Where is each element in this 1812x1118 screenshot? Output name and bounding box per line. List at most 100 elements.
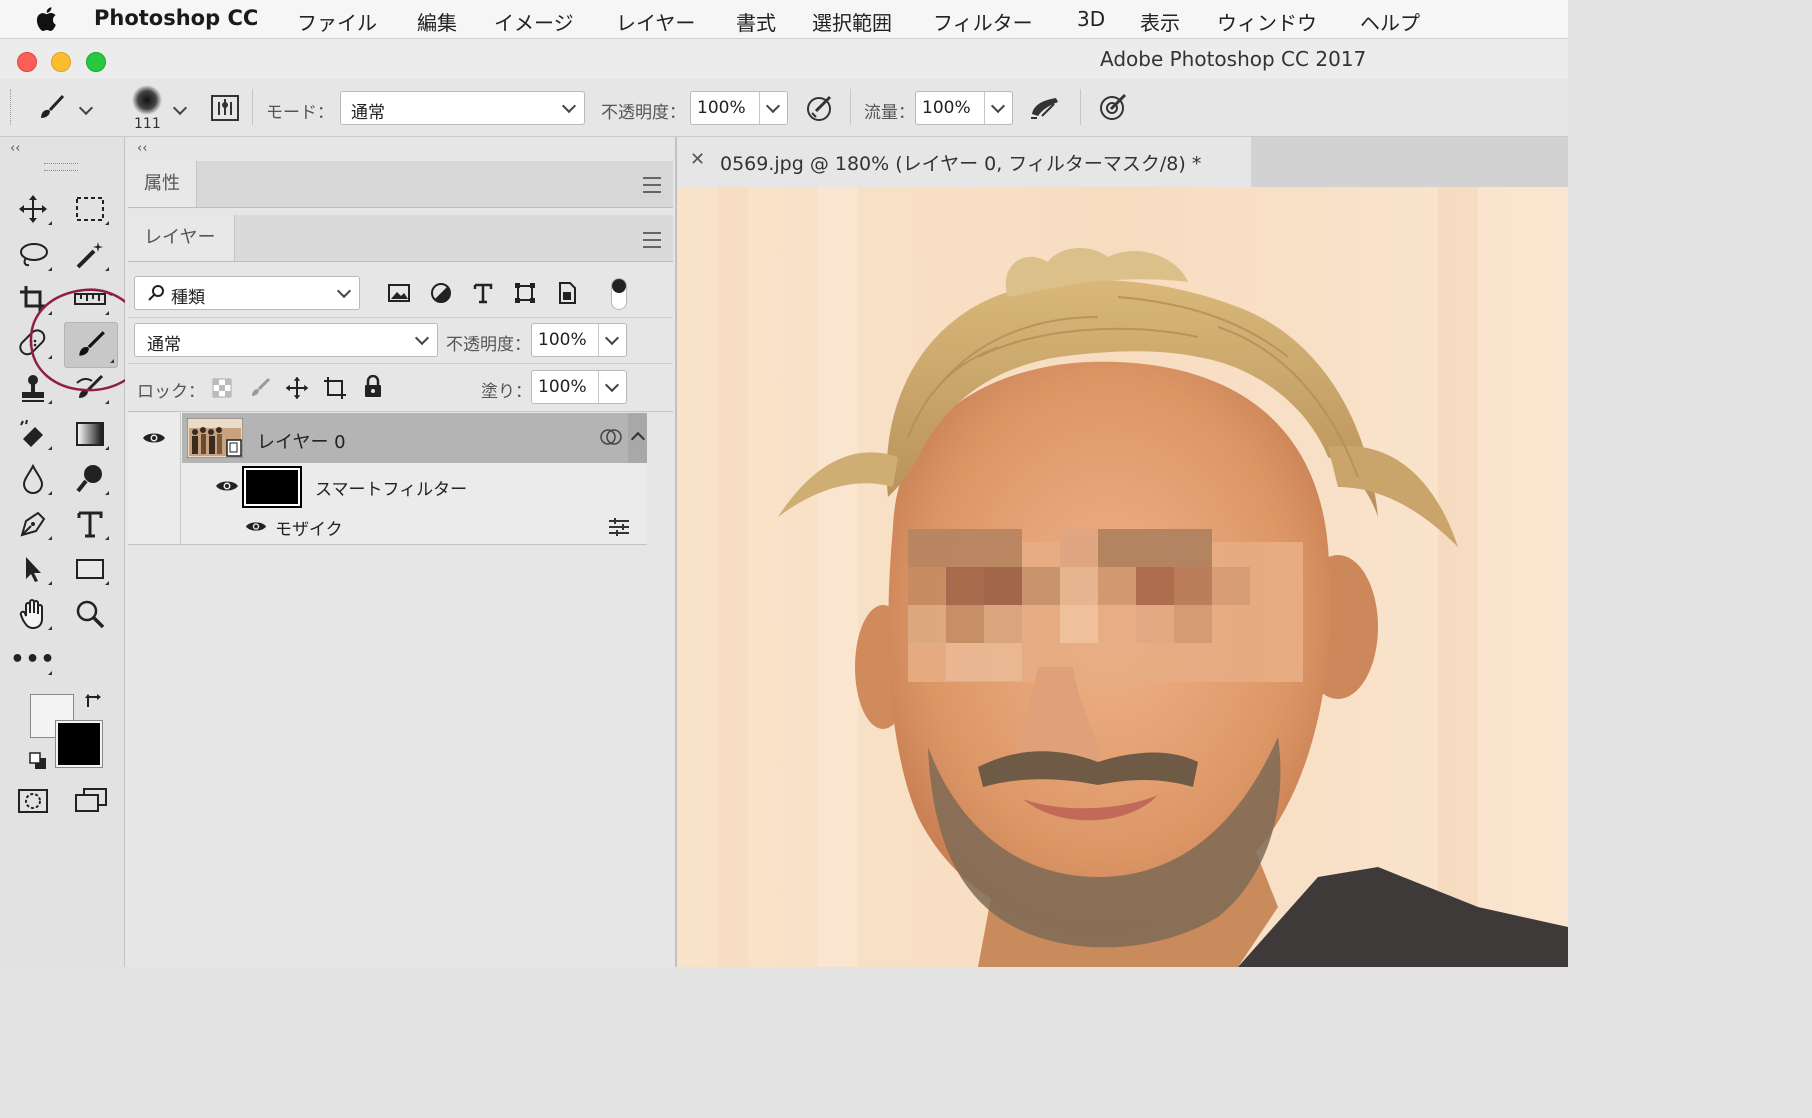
blend-mode-select[interactable]: 通常 (134, 323, 438, 357)
minimize-window-button[interactable] (51, 52, 71, 72)
menu-edit[interactable]: 編集 (417, 7, 457, 36)
chevron-down-icon[interactable] (990, 98, 1006, 114)
layer-opacity-field[interactable]: 100% (531, 323, 627, 357)
filter-type-layers-icon[interactable] (473, 282, 493, 304)
opacity-value: 100% (697, 98, 746, 118)
menu-window[interactable]: ウィンドウ (1217, 7, 1317, 36)
layer-filter-select[interactable]: 種類 (134, 276, 360, 310)
mode-select[interactable]: 通常 (340, 91, 585, 125)
layer-thumbnail[interactable] (187, 418, 243, 458)
gradient-tool[interactable] (68, 414, 112, 454)
menu-3d[interactable]: 3D (1077, 7, 1105, 31)
document-tab-bar (1251, 137, 1568, 187)
screen-mode-icon[interactable] (74, 787, 110, 815)
filter-smart-objects-icon[interactable] (556, 281, 578, 305)
fill-field[interactable]: 100% (531, 370, 627, 404)
tool-preset-chevron-icon[interactable] (78, 100, 94, 116)
menu-help[interactable]: ヘルプ (1360, 7, 1420, 36)
lasso-tool[interactable] (11, 235, 55, 275)
zoom-icon (76, 600, 105, 629)
toolbar-grip[interactable] (44, 163, 78, 171)
panel-dock: ‹‹ 属性 レイヤー 種類 通常 不透明度： 100% ロック： 塗り： 100… (125, 137, 677, 967)
lock-transparent-icon[interactable] (212, 378, 232, 398)
move-tool[interactable] (11, 189, 55, 229)
default-colors-icon[interactable] (28, 751, 48, 771)
panel-menu-icon[interactable] (643, 232, 661, 248)
toggle-brush-panel-icon[interactable] (210, 93, 240, 123)
eraser-tool[interactable] (11, 414, 55, 454)
eye-icon[interactable] (245, 519, 267, 534)
flow-value: 100% (922, 98, 971, 118)
marquee-tool[interactable] (68, 189, 112, 229)
close-window-button[interactable] (17, 52, 37, 72)
panel-menu-icon[interactable] (643, 177, 661, 193)
window-title: Adobe Photoshop CC 2017 (1100, 47, 1367, 71)
filter-toggle-switch[interactable] (611, 278, 627, 310)
airbrush-icon[interactable] (1028, 92, 1064, 122)
tab-layers[interactable]: レイヤー (128, 215, 235, 261)
pressure-opacity-icon[interactable] (804, 93, 836, 123)
menu-select[interactable]: 選択範囲 (812, 7, 892, 36)
opacity-label: 不透明度： (601, 103, 686, 123)
foreground-color-swatch[interactable] (55, 720, 103, 768)
brush-size-label: 111 (134, 116, 161, 132)
menu-file[interactable]: ファイル (297, 7, 377, 36)
filter-effect-row[interactable]: モザイク (182, 509, 647, 545)
dodge-icon (76, 465, 102, 493)
menu-view[interactable]: 表示 (1140, 7, 1180, 36)
pen-tool[interactable] (11, 504, 55, 544)
filter-adjustment-layers-icon[interactable] (430, 282, 452, 304)
lock-position-icon[interactable] (285, 376, 309, 400)
brush-preset-icon[interactable] (130, 83, 164, 117)
dodge-tool[interactable] (68, 459, 112, 499)
quick-mask-icon[interactable] (17, 788, 49, 814)
tab-properties[interactable]: 属性 (128, 161, 197, 207)
rectangle-tool[interactable] (68, 549, 112, 589)
magic-wand-tool[interactable] (68, 235, 112, 275)
smart-filters-row[interactable]: スマートフィルター (182, 463, 647, 509)
document-tab[interactable]: ✕ 0569.jpg @ 180% (レイヤー 0, フィルターマスク/8) * (678, 137, 1252, 187)
smart-filter-link-icon[interactable] (599, 427, 623, 447)
chevron-down-icon[interactable] (765, 98, 781, 114)
layer-row[interactable]: レイヤー 0 (128, 413, 647, 545)
zoom-window-button[interactable] (86, 52, 106, 72)
eraser-icon (20, 419, 43, 447)
brush-icon[interactable] (36, 93, 68, 123)
menu-filter[interactable]: フィルター (933, 7, 1033, 36)
collapse-effects-button[interactable] (628, 413, 647, 463)
filter-pixel-layers-icon[interactable] (388, 283, 410, 303)
chevron-down-icon[interactable] (604, 330, 620, 346)
filter-shape-layers-icon[interactable] (514, 282, 536, 304)
menu-image[interactable]: イメージ (494, 7, 574, 36)
brush-preset-chevron-icon[interactable] (172, 100, 188, 116)
pressure-size-icon[interactable] (1097, 92, 1129, 122)
properties-panel-header: 属性 (128, 161, 673, 208)
menu-layer[interactable]: レイヤー (616, 7, 695, 36)
app-name[interactable]: Photoshop CC (94, 6, 258, 30)
options-bar: 111 モード： 通常 不透明度： 100% 流量： 100% (0, 79, 1568, 137)
type-tool[interactable] (68, 504, 112, 544)
zoom-tool[interactable] (68, 594, 112, 634)
blur-icon (22, 464, 44, 494)
opacity-field[interactable]: 100% (690, 91, 788, 125)
hand-tool[interactable] (11, 594, 55, 634)
filter-options-icon[interactable] (607, 517, 631, 537)
lock-all-icon[interactable] (363, 375, 383, 399)
swap-colors-icon[interactable] (84, 693, 102, 711)
eye-icon[interactable] (142, 430, 166, 446)
eye-icon[interactable] (215, 478, 239, 494)
menu-type[interactable]: 書式 (736, 7, 776, 36)
chevron-down-icon[interactable] (604, 377, 620, 393)
blur-tool[interactable] (11, 459, 55, 499)
document-canvas[interactable] (678, 187, 1568, 967)
path-selection-tool[interactable] (11, 549, 55, 589)
lock-pixels-icon[interactable] (249, 377, 271, 399)
close-icon[interactable]: ✕ (690, 149, 705, 170)
apple-icon[interactable] (36, 5, 60, 33)
collapse-panels-icon[interactable]: ‹‹ (137, 141, 147, 156)
collapse-tools-icon[interactable]: ‹‹ (10, 141, 20, 156)
lock-artboard-icon[interactable] (323, 376, 347, 400)
layer-name[interactable]: レイヤー 0 (257, 428, 346, 454)
flow-field[interactable]: 100% (915, 91, 1013, 125)
edit-toolbar-button[interactable]: ••• (10, 639, 55, 679)
